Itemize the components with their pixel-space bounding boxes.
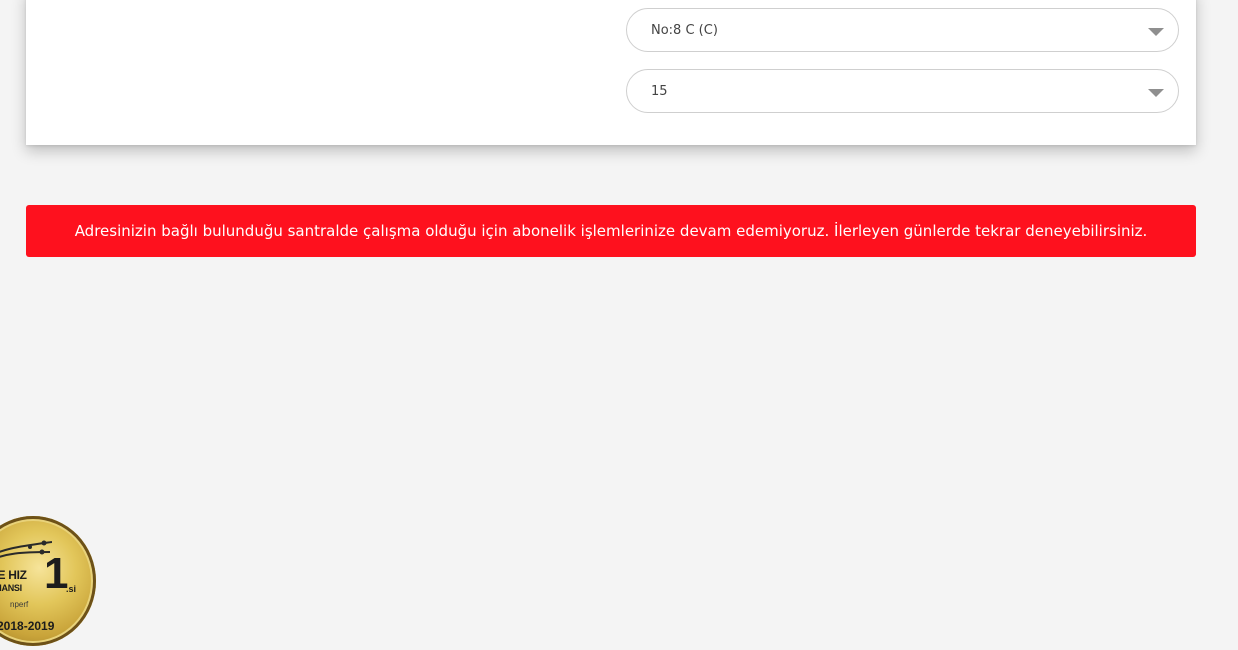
building-number-select[interactable]: No:8 C (C) [626,8,1179,52]
address-form-card: No:8 C (C) 15 [26,0,1196,145]
badge-years: 2018-2019 [0,619,55,633]
nperf-logo: nperf [10,600,29,609]
building-number-select-value: No:8 C (C) [651,23,718,38]
door-number-select-value: 15 [651,84,668,99]
chevron-down-icon [1148,89,1164,97]
alert-message: Adresinizin bağlı bulunduğu santralde ça… [74,222,1148,240]
badge-title-line2: RFORMANSI [0,583,22,593]
speed-award-badge[interactable]: RKİYE HIZ RFORMANSI 1 .si nperf 2018-201… [0,516,96,646]
badge-title-line1: RKİYE HIZ [0,568,27,582]
service-unavailable-alert: Adresinizin bağlı bulunduğu santralde ça… [26,205,1196,257]
door-number-select[interactable]: 15 [626,69,1179,113]
chevron-down-icon [1148,28,1164,36]
badge-rank-suffix: .si [66,584,77,594]
badge-rank: 1 [44,549,69,598]
